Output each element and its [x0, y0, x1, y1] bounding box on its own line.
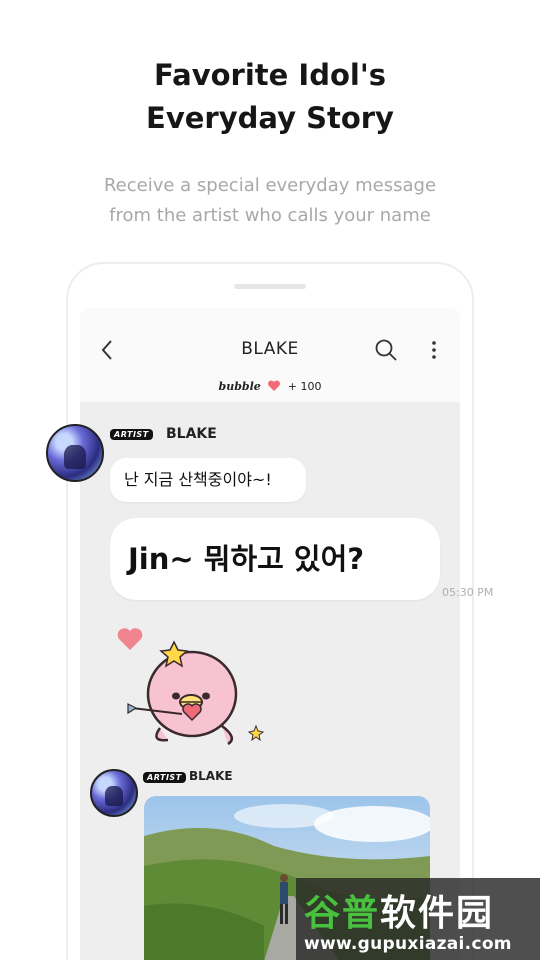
artist-avatar[interactable]	[46, 424, 104, 482]
phone-speaker	[234, 284, 306, 289]
heart-icon	[268, 380, 281, 391]
subtitle-line-1: Receive a special everyday message	[103, 175, 437, 196]
star-icon	[247, 724, 265, 742]
headline-line-2: Everyday Story	[0, 101, 540, 135]
message-bubble-large[interactable]: Jin~ 뭐하고 있어?	[110, 518, 440, 600]
artist-avatar[interactable]	[90, 769, 138, 817]
more-vertical-icon[interactable]	[426, 338, 442, 362]
bubble-label: bubble	[218, 380, 261, 393]
sender-name: BLAKE	[166, 426, 217, 442]
artist-badge: ARTIST	[143, 772, 186, 783]
watermark: 谷普软件园 www.gupuxiazai.com	[296, 878, 540, 960]
message-bubble[interactable]: 난 지금 산책중이야~!	[110, 458, 306, 502]
watermark-logo-text: 谷普软件园	[304, 893, 495, 934]
chat-header: BLAKE bubble + 100	[80, 308, 460, 402]
subtitle-line-2: from the artist who calls your name	[109, 205, 431, 226]
search-icon[interactable]	[374, 338, 398, 362]
sticker-image[interactable]	[110, 616, 270, 752]
bubble-count-bar: bubble + 100	[80, 380, 460, 393]
headline-line-1: Favorite Idol's	[0, 58, 540, 92]
chat-title: BLAKE	[241, 339, 299, 359]
artist-badge: ARTIST	[110, 429, 153, 440]
sender-name: BLAKE	[189, 769, 233, 783]
message-timestamp: 05:30 PM	[442, 586, 494, 599]
floating-heart-icon	[117, 628, 143, 650]
watermark-url: www.gupuxiazai.com	[304, 934, 512, 954]
bubble-count: + 100	[287, 380, 322, 393]
